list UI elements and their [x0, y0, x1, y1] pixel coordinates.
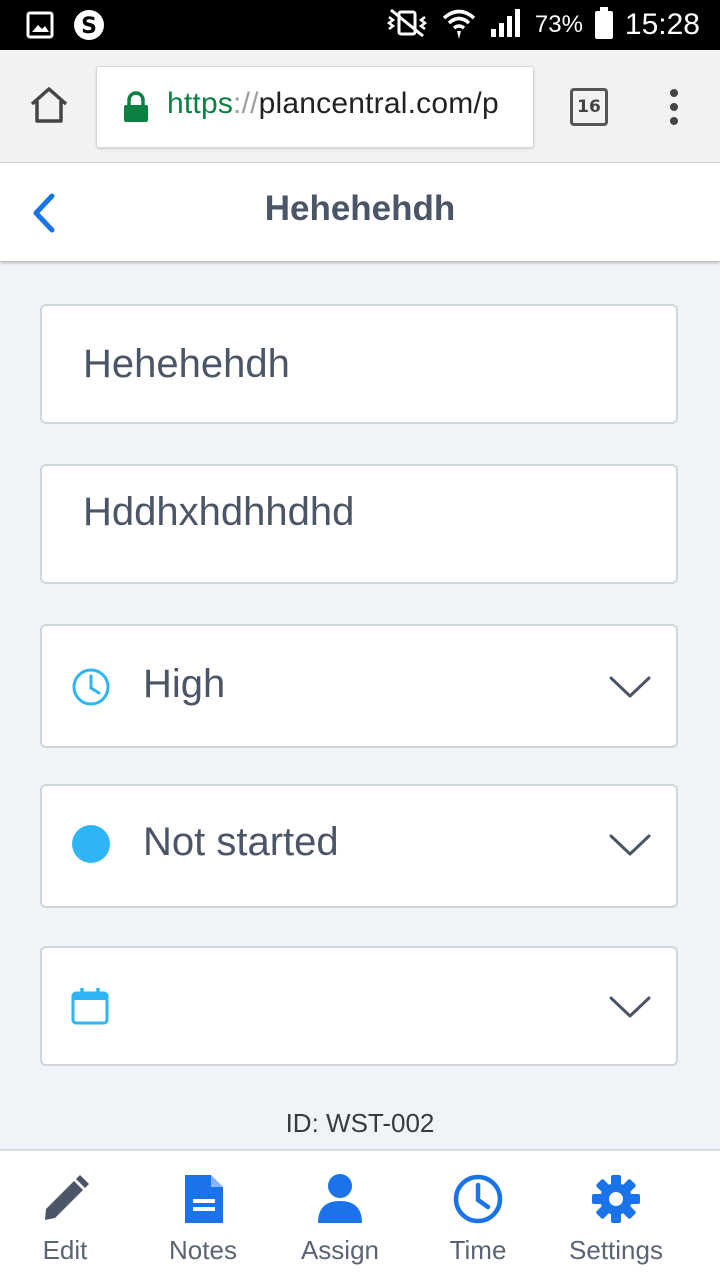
task-id-label: ID: WST-002 — [285, 1108, 435, 1138]
clock-icon — [72, 668, 110, 706]
priority-select[interactable]: High — [40, 624, 678, 748]
skype-icon: S — [72, 8, 106, 47]
more-vert-icon — [670, 89, 678, 125]
nav-time[interactable]: Time — [408, 1151, 548, 1282]
status-select[interactable]: Not started — [40, 784, 678, 908]
status-dot-icon — [72, 825, 110, 863]
clock: 15:28 — [624, 8, 700, 41]
svg-text:S: S — [81, 14, 97, 39]
home-icon — [30, 87, 68, 123]
nav-settings[interactable]: Settings — [546, 1151, 686, 1282]
address-bar[interactable]: https://plancentral.com/p — [96, 66, 534, 148]
url-host: plancentral.com/p — [258, 87, 499, 120]
home-button[interactable] — [28, 84, 70, 126]
chevron-down-icon — [609, 834, 651, 856]
browser-toolbar: https://plancentral.com/p 16 — [0, 50, 720, 163]
page-title: Hehehehdh — [264, 189, 456, 228]
nav-notes-label: Notes — [169, 1235, 237, 1265]
user-icon — [318, 1174, 362, 1223]
bottom-navigation: Edit Notes Assign Time Settings — [0, 1149, 720, 1282]
url-text: https://plancentral.com/p — [167, 87, 499, 121]
chevron-down-icon — [609, 676, 651, 698]
url-scheme: https — [167, 87, 234, 120]
calendar-icon — [71, 988, 109, 1025]
tab-switcher-button[interactable]: 16 — [570, 88, 608, 126]
nav-settings-label: Settings — [569, 1235, 663, 1265]
nav-assign-label: Assign — [300, 1235, 380, 1265]
nav-edit[interactable]: Edit — [0, 1151, 135, 1282]
document-icon — [185, 1175, 223, 1223]
wifi-icon — [441, 6, 477, 45]
nav-time-label: Time — [449, 1235, 507, 1265]
signal-icon — [489, 7, 523, 44]
nav-edit-label: Edit — [42, 1235, 88, 1265]
browser-menu-button[interactable] — [668, 88, 680, 128]
url-separator: :// — [233, 87, 259, 120]
gear-icon — [592, 1175, 640, 1223]
battery-icon — [594, 6, 613, 44]
vibrate-mute-icon — [385, 8, 429, 43]
pencil-icon — [45, 1175, 89, 1220]
status-value: Not started — [143, 820, 339, 864]
priority-value: High — [143, 662, 226, 706]
task-description-value: Hddhxhdhhdhd — [83, 490, 355, 534]
task-title-value: Hehehehdh — [83, 342, 290, 386]
gallery-icon — [26, 11, 54, 44]
status-bar: S 73% 15:28 — [0, 0, 720, 50]
app-header: Hehehehdh — [0, 163, 720, 261]
nav-assign[interactable]: Assign — [270, 1151, 410, 1282]
nav-notes[interactable]: Notes — [133, 1151, 273, 1282]
task-description-field[interactable]: Hddhxhdhhdhd — [40, 464, 678, 584]
task-title-field[interactable]: Hehehehdh — [40, 304, 678, 424]
battery-percentage: 73% — [534, 11, 583, 38]
chevron-down-icon — [609, 996, 651, 1018]
clock-icon — [453, 1174, 503, 1224]
due-date-select[interactable] — [40, 946, 678, 1066]
lock-icon — [124, 91, 148, 122]
